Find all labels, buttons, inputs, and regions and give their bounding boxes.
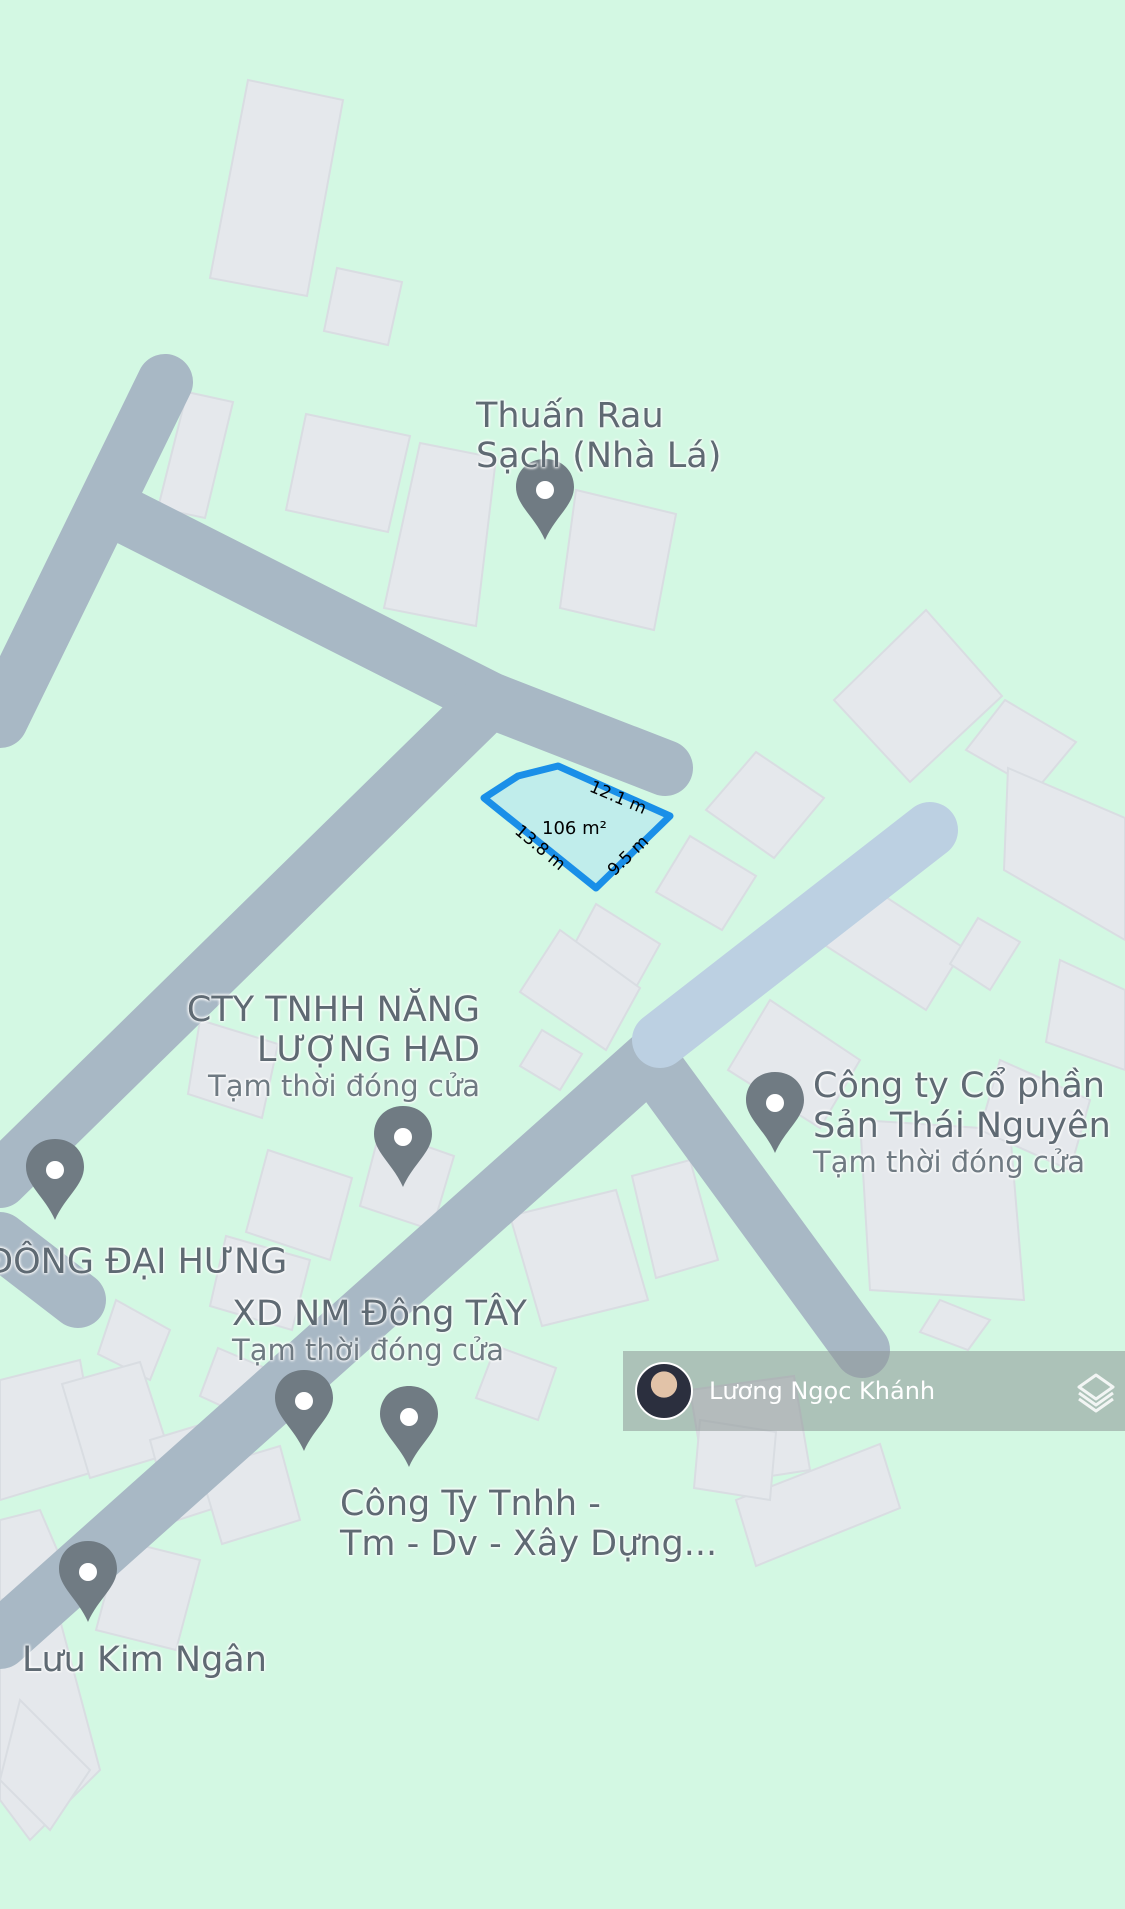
poi-cong-ty-co-phan-label[interactable]: Công ty Cổ phần Sản Thái Nguyên Tạm thời… [813, 1066, 1111, 1178]
pin-dong-dai-hung-icon [26, 1139, 84, 1220]
agent-name: Lương Ngọc Khánh [709, 1377, 936, 1405]
poi-nang-luong-had-status: Tạm thời đóng cửa [208, 1069, 480, 1103]
buildings [0, 78, 1125, 1842]
poi-nang-luong-had-line1: CTY TNHH NĂNG [186, 990, 480, 1030]
agent-watermark-bar[interactable]: Lương Ngọc Khánh [623, 1351, 1125, 1431]
poi-dong-dai-hung-label[interactable]: ĐÔNG ĐẠI HƯNG [0, 1242, 287, 1282]
poi-dong-dai-hung-line1: ĐÔNG ĐẠI HƯNG [0, 1242, 288, 1282]
map-canvas[interactable] [0, 0, 1125, 1909]
poi-luu-kim-ngan-label[interactable]: Lưu Kim Ngân [22, 1640, 267, 1680]
poi-cong-ty-tnhh-xay-dung-line2: Tm - Dv - Xây Dựng... [340, 1524, 718, 1564]
poi-thuan-rau-sach-label[interactable]: Thuấn Rau Sạch (Nhà Lá) [476, 396, 721, 476]
poi-xd-nm-dong-tay-label[interactable]: XD NM Đông TÂY Tạm thời đóng cửa [232, 1294, 527, 1366]
poi-thuan-rau-sach-line2: Sạch (Nhà Lá) [476, 436, 722, 476]
layers-watermark-icon [1077, 1373, 1115, 1413]
poi-nang-luong-had-label[interactable]: CTY TNHH NĂNG LƯỢNG HAD Tạm thời đóng cử… [140, 990, 480, 1102]
poi-thuan-rau-sach-line1: Thuấn Rau [476, 396, 664, 436]
poi-luu-kim-ngan-line1: Lưu Kim Ngân [22, 1640, 267, 1680]
poi-xd-nm-dong-tay-line1: XD NM Đông TÂY [232, 1294, 527, 1334]
pin-cong-ty-co-phan-icon [746, 1072, 804, 1153]
poi-nang-luong-had-line2: LƯỢNG HAD [256, 1030, 480, 1070]
parcel-area-label: 106 m² [542, 818, 607, 839]
pin-xd-nm-dong-tay-icon [275, 1370, 333, 1451]
poi-xd-nm-dong-tay-status: Tạm thời đóng cửa [232, 1333, 504, 1367]
poi-cong-ty-co-phan-line1: Công ty Cổ phần [813, 1066, 1105, 1106]
poi-cong-ty-tnhh-xay-dung-line1: Công Ty Tnhh - [340, 1484, 601, 1524]
agent-avatar [635, 1362, 693, 1420]
poi-cong-ty-co-phan-line2: Sản Thái Nguyên [813, 1106, 1111, 1146]
poi-cong-ty-co-phan-status: Tạm thời đóng cửa [813, 1145, 1085, 1179]
poi-cong-ty-tnhh-xay-dung-label[interactable]: Công Ty Tnhh - Tm - Dv - Xây Dựng... [340, 1484, 717, 1564]
pin-cong-ty-tnhh-xay-dung-icon [380, 1386, 438, 1467]
